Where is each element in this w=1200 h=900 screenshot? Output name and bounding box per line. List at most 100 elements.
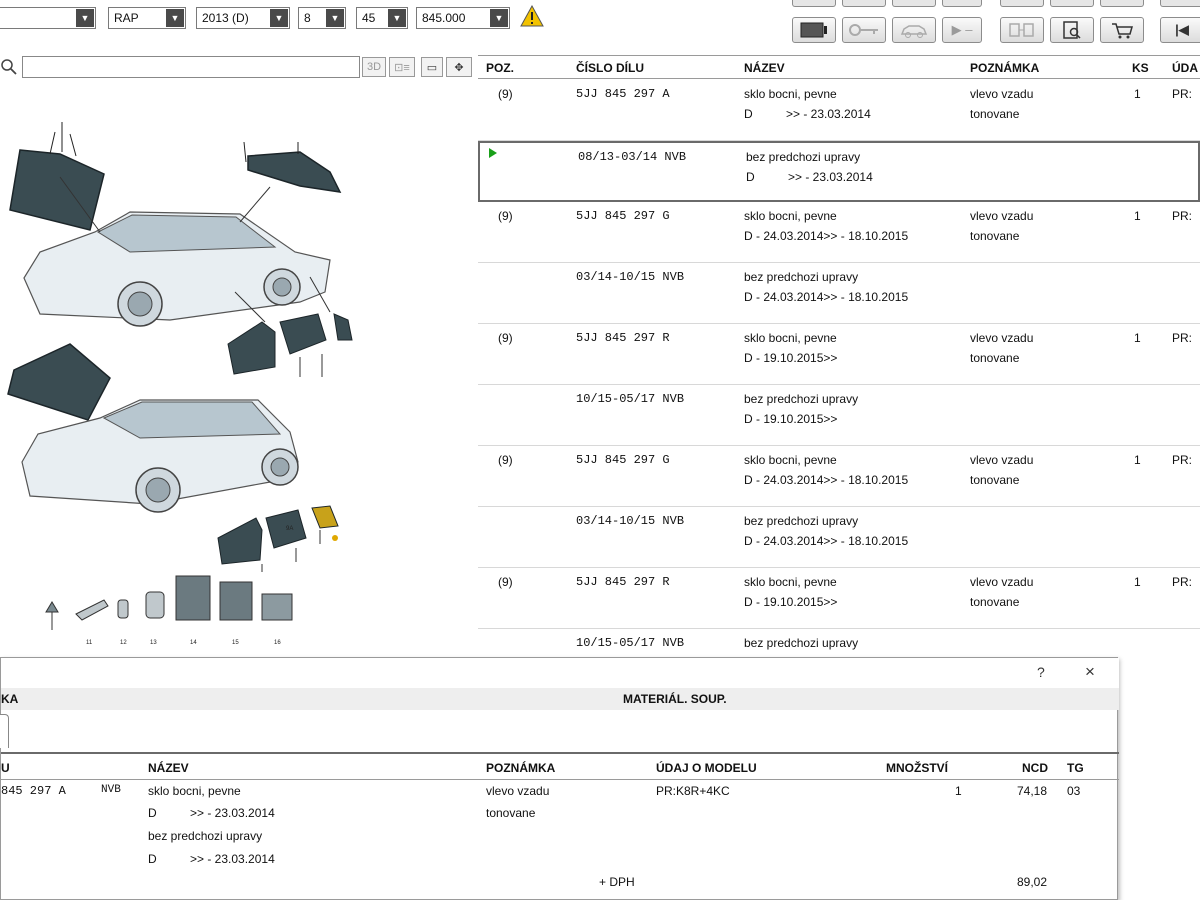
chevron-down-icon[interactable]: ▼ [388,9,406,27]
row-model-data: PR: [1172,87,1193,101]
view-3d-label: 3D [366,61,382,73]
toolbar-button-top-7[interactable] [1100,0,1144,7]
toolbar-button-top-4[interactable] [942,0,982,7]
dialog-part-number: 845 297 A [1,784,66,798]
dialog-price: 74,18 [1017,784,1048,798]
cart-button[interactable] [1100,17,1144,43]
selector-model[interactable]: RAP ▼ [108,7,186,29]
row-note-1: vlevo vzadu [970,575,1034,589]
row-part-number: 08/13-03/14 NVB [578,150,687,164]
row-name-1: sklo bocni, pevne [744,331,837,345]
row-name-2: D >> - 23.03.2014 [744,107,871,121]
dcol-part[interactable]: U [1,761,10,775]
chevron-down-icon[interactable]: ▼ [490,9,508,27]
col-model-data[interactable]: ÚDA [1172,61,1198,75]
callout-16: 16 [274,640,281,646]
row-note-2: tonovane [970,473,1020,487]
selector-1[interactable]: ▼ [0,7,96,29]
monitor-icon [800,22,827,38]
dialog-section-band: KA MATERIÁL. SOUP. [1,688,1119,710]
skip-to-start-icon: |◀ [1175,22,1189,37]
row-note-1: vlevo vzadu [970,331,1034,345]
table-row[interactable]: 03/14-10/15 NVB bez predchozi upravy D - 2… [478,507,1200,568]
row-pos: (9) [498,87,513,101]
toolbar-button-top-8[interactable] [1160,0,1200,7]
table-row[interactable]: (9) 5JJ 845 297 G sklo bocni, pevne D - 24.… [478,446,1200,507]
toolbar-button-top-5[interactable] [1000,0,1044,7]
dcol-note[interactable]: POZNÁMKA [486,761,555,775]
selector-group-value: 8 [304,11,311,25]
dcol-price[interactable]: NCD [1022,761,1048,775]
row-note-1: vlevo vzadu [970,87,1034,101]
side-windows-lower [217,505,339,572]
dialog-tab[interactable] [0,714,9,748]
selector-group[interactable]: 8 ▼ [298,7,346,29]
dialog-qty: 1 [955,784,962,798]
document-button[interactable] [1050,17,1094,43]
col-name[interactable]: NÁZEV [744,61,785,75]
dcol-model[interactable]: ÚDAJ O MODELU [656,761,757,775]
row-note-2: tonovane [970,595,1020,609]
row-note-1: vlevo vzadu [970,453,1034,467]
close-button[interactable]: × [1085,662,1095,682]
dialog-name-4: D >> - 23.03.2014 [148,852,275,866]
row-part-number: 10/15-05/17 NVB [576,636,685,650]
pan-button[interactable]: ✥ [446,57,472,77]
car-hatchback-illustration [21,399,299,513]
first-page-button[interactable]: |◀ [1160,17,1200,43]
table-row[interactable]: 03/14-10/15 NVB bez predchozi upravy D - 2… [478,263,1200,324]
material-dialog: ? × KA MATERIÁL. SOUP. U NÁZEV POZNÁMKA … [0,657,1119,900]
toolbar-button-top-2[interactable] [842,0,886,7]
view-split-button[interactable]: ⊡≡ [389,57,415,77]
selector-year-value: 2013 (D) [202,11,249,25]
band-left-label: KA [1,692,19,706]
toolbar-button-top-3[interactable] [892,0,936,7]
key-button[interactable] [842,17,886,43]
chevron-down-icon[interactable]: ▼ [166,9,184,27]
selected-row-marker-icon [489,148,497,158]
row-name-1: bez predchozi upravy [744,636,859,650]
col-qty[interactable]: KS [1132,61,1149,75]
toolbar-button-top-6[interactable] [1050,0,1094,7]
toolbar-button-top-1[interactable] [792,0,836,7]
col-part-number[interactable]: ČÍSLO DÍLU [576,61,644,75]
compare-button[interactable] [1000,17,1044,43]
parts-illustration[interactable]: 9A 11 12 13 14 15 16 [0,82,478,657]
row-name-2: D - 19.10.2015>> [744,351,838,365]
shopping-cart-icon [1112,23,1133,39]
view-3d-button[interactable]: 3D [362,57,386,77]
dialog-titlebar[interactable]: ? × [1,658,1119,688]
display-button[interactable] [792,17,836,43]
dialog-model: PR:K8R+4KC [656,784,730,798]
dcol-qty[interactable]: MNOŽSTVÍ [886,761,948,775]
dcol-name[interactable]: NÁZEV [148,761,189,775]
row-qty: 1 [1134,209,1141,223]
row-qty: 1 [1134,331,1141,345]
illustration-search-input[interactable] [22,56,360,78]
play-button[interactable]: ▶ – [942,17,982,43]
illustration-search-bar: 3D ⊡≡ ▭ ✥ [0,55,478,79]
table-row[interactable]: (9) 5JJ 845 297 R sklo bocni, pevne D - 19.… [478,324,1200,385]
help-button[interactable]: ? [1037,664,1045,680]
selector-year[interactable]: 2013 (D) ▼ [196,7,290,29]
dialog-table-header: U NÁZEV POZNÁMKA ÚDAJ O MODELU MNOŽSTVÍ … [1,752,1119,780]
col-note[interactable]: POZNÁMKA [970,61,1039,75]
fit-view-button[interactable]: ▭ [421,57,443,77]
table-row[interactable]: (9) 5JJ 845 297 A sklo bocni, pevne D >> - … [478,80,1200,141]
chevron-down-icon[interactable]: ▼ [270,9,288,27]
table-row[interactable]: (9) 5JJ 845 297 R sklo bocni, pevne D - 19.… [478,568,1200,629]
row-qty: 1 [1134,87,1141,101]
table-row[interactable]: (9) 5JJ 845 297 G sklo bocni, pevne D - 24.… [478,202,1200,263]
search-icon[interactable] [0,56,18,78]
col-pos[interactable]: POZ. [486,61,514,75]
selector-subgroup[interactable]: 45 ▼ [356,7,408,29]
row-name-1: bez predchozi upravy [744,392,859,406]
selector-illustration[interactable]: 845.000 ▼ [416,7,510,29]
table-row[interactable]: 10/15-05/17 NVB bez predchozi upravy [478,629,1200,655]
table-row[interactable]: 08/13-03/14 NVB bez predchozi upravy D >> … [478,141,1200,202]
chevron-down-icon[interactable]: ▼ [76,9,94,27]
table-row[interactable]: 10/15-05/17 NVB bez predchozi upravy D - 1… [478,385,1200,446]
car-button[interactable] [892,17,936,43]
chevron-down-icon[interactable]: ▼ [326,9,344,27]
dcol-tg[interactable]: TG [1067,761,1084,775]
